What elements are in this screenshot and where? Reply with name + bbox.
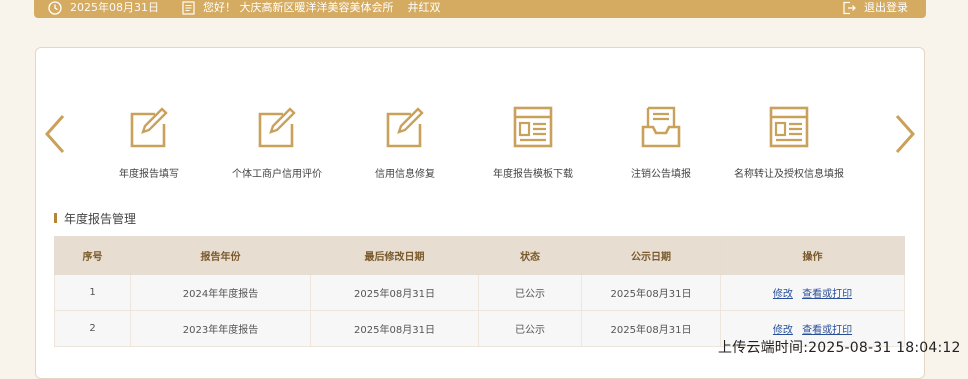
header-published: 公示日期 <box>581 236 721 275</box>
header-year: 报告年份 <box>130 236 311 275</box>
logout-label: 退出登录 <box>864 1 908 14</box>
carousel-next-button[interactable] <box>893 114 917 154</box>
cell-published: 2025年08月31日 <box>581 310 721 347</box>
upload-timestamp-watermark: 上传云端时间:2025-08-31 18:04:12 <box>718 340 961 356</box>
greeting-text: 您好！ 大庆高新区暖洋洋美容美体会所 <box>203 1 394 14</box>
cell-no: 1 <box>54 274 131 311</box>
cell-published: 2025年08月31日 <box>581 274 721 311</box>
view-print-link[interactable]: 查看或打印 <box>802 289 852 300</box>
section-title: 年度报告管理 <box>54 210 136 226</box>
logout-button[interactable]: 退出登录 <box>842 1 908 15</box>
document-icon <box>182 1 195 15</box>
current-date: 2025年08月31日 <box>70 1 159 14</box>
edit-icon <box>130 107 168 148</box>
logout-icon <box>843 1 856 15</box>
annual-report-table: 序号 报告年份 最后修改日期 状态 公示日期 操作 1 2024年年度报告 20… <box>54 236 905 347</box>
top-bar: 2025年08月31日 您好！ 大庆高新区暖洋洋美容美体会所 井红双 退出登录 <box>34 0 926 18</box>
cell-modified: 2025年08月31日 <box>310 310 479 347</box>
cell-year: 2023年年度报告 <box>130 310 311 347</box>
edit-icon <box>258 107 296 148</box>
cell-year: 2024年年度报告 <box>130 274 311 311</box>
view-print-link[interactable]: 查看或打印 <box>802 325 852 336</box>
func-name-transfer[interactable]: 名称转让及授权信息填报 <box>709 105 869 180</box>
title-marker <box>54 213 57 223</box>
clock-icon <box>48 1 62 15</box>
edit-icon <box>386 107 424 148</box>
cell-modified: 2025年08月31日 <box>310 274 479 311</box>
edit-link[interactable]: 修改 <box>773 289 793 300</box>
header-status: 状态 <box>478 236 582 275</box>
table-header-row: 序号 报告年份 最后修改日期 状态 公示日期 操作 <box>54 236 905 275</box>
header-no: 序号 <box>54 236 131 275</box>
inbox-icon <box>641 106 681 148</box>
cell-status: 已公示 <box>478 274 582 311</box>
header-actions: 操作 <box>720 236 905 275</box>
section-title-text: 年度报告管理 <box>64 211 137 226</box>
header-modified: 最后修改日期 <box>310 236 479 275</box>
user-name: 井红双 <box>407 1 441 14</box>
cell-status: 已公示 <box>478 310 582 347</box>
greeting: 您好！ 大庆高新区暖洋洋美容美体会所 井红双 <box>182 1 441 15</box>
document-template-icon <box>513 106 553 148</box>
cell-actions: 修改 查看或打印 <box>720 274 905 311</box>
document-template-icon <box>769 106 809 148</box>
chevron-right-icon <box>895 115 916 153</box>
date-display: 2025年08月31日 <box>48 1 159 15</box>
func-label: 名称转让及授权信息填报 <box>734 169 844 180</box>
carousel-prev-button[interactable] <box>43 114 67 154</box>
table-row: 1 2024年年度报告 2025年08月31日 已公示 2025年08月31日 … <box>54 274 905 311</box>
cell-no: 2 <box>54 310 131 347</box>
chevron-left-icon <box>44 115 65 153</box>
edit-link[interactable]: 修改 <box>773 325 793 336</box>
